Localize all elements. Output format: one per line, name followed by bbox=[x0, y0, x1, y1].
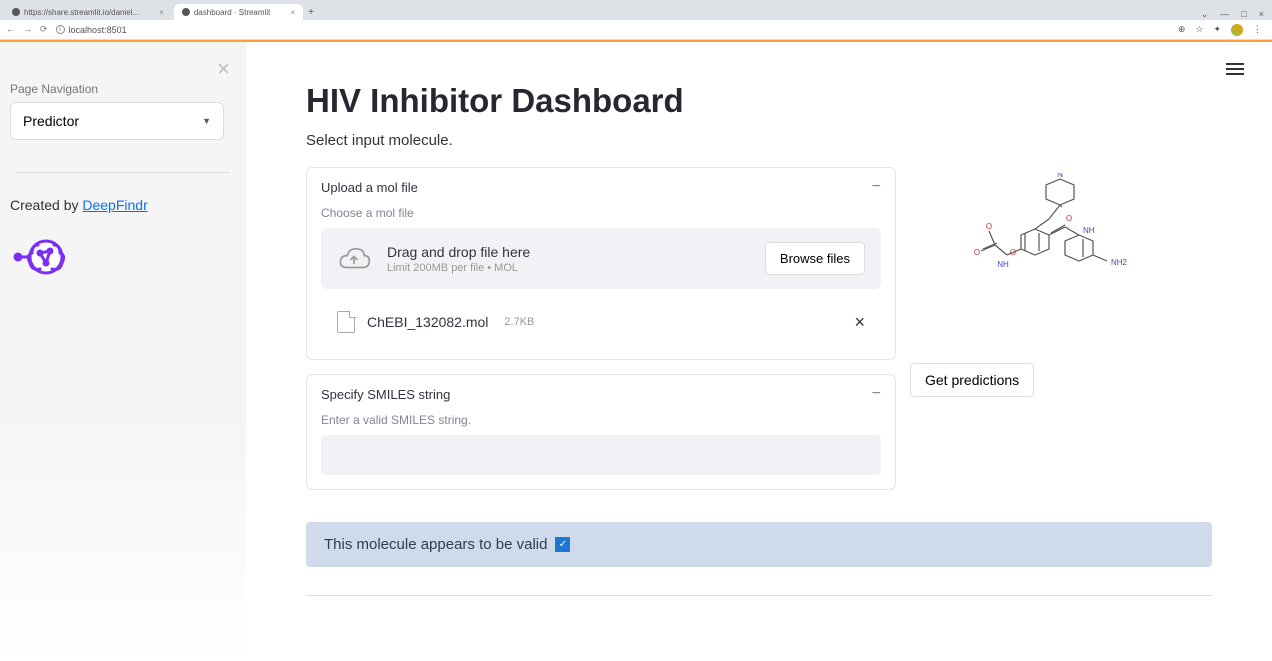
window-controls: ⌄ — □ × bbox=[1201, 9, 1264, 20]
star-icon[interactable]: ☆ bbox=[1195, 24, 1203, 36]
back-icon[interactable]: ← bbox=[6, 24, 15, 35]
minus-icon: − bbox=[872, 178, 881, 196]
smiles-panel: Specify SMILES string − Enter a valid SM… bbox=[306, 374, 896, 490]
main-content: HIV Inhibitor Dashboard Select input mol… bbox=[246, 42, 1272, 661]
choose-file-label: Choose a mol file bbox=[321, 206, 881, 220]
file-dropzone[interactable]: Drag and drop file here Limit 200MB per … bbox=[321, 228, 881, 289]
tab-favicon-icon bbox=[12, 8, 20, 16]
dropzone-text: Drag and drop file here bbox=[387, 244, 530, 260]
new-tab-button[interactable]: + bbox=[305, 6, 317, 18]
smiles-input[interactable] bbox=[321, 435, 881, 475]
divider bbox=[306, 595, 1212, 596]
page-title: HIV Inhibitor Dashboard bbox=[306, 82, 1212, 120]
svg-text:O: O bbox=[1066, 214, 1072, 223]
file-icon bbox=[337, 311, 355, 333]
browser-tab-dashboard-active[interactable]: dashboard · Streamlit × bbox=[174, 4, 303, 20]
deepfindr-link[interactable]: DeepFindr bbox=[82, 197, 147, 213]
validity-banner: This molecule appears to be valid ✓ bbox=[306, 522, 1212, 567]
tab-favicon-icon bbox=[182, 8, 190, 16]
arrow-down-icon[interactable]: ⌄ bbox=[1201, 9, 1209, 20]
zoom-icon[interactable]: ⊕ bbox=[1178, 24, 1186, 36]
upload-panel-title: Upload a mol file bbox=[321, 180, 418, 195]
page-navigation-select[interactable]: Predictor ▼ bbox=[10, 102, 224, 140]
svg-text:NH: NH bbox=[997, 260, 1009, 269]
sidebar: × Page Navigation Predictor ▼ Created by… bbox=[0, 42, 246, 661]
svg-text:O: O bbox=[974, 248, 980, 257]
smiles-panel-header[interactable]: Specify SMILES string − bbox=[307, 375, 895, 413]
smiles-panel-title: Specify SMILES string bbox=[321, 387, 450, 402]
site-info-icon[interactable]: i bbox=[56, 25, 65, 34]
reload-icon[interactable]: ⟳ bbox=[40, 24, 48, 35]
chevron-down-icon: ▼ bbox=[202, 116, 211, 126]
browser-tab-streamlit-share[interactable]: https://share.streamlit.io/daniel... × bbox=[4, 4, 172, 20]
svg-text:O: O bbox=[1010, 248, 1016, 257]
uploaded-file-row: ChEBI_132082.mol 2.7KB × bbox=[321, 299, 881, 345]
close-icon[interactable]: × bbox=[290, 8, 295, 17]
maximize-icon[interactable]: □ bbox=[1241, 9, 1246, 20]
smiles-label: Enter a valid SMILES string. bbox=[321, 413, 881, 427]
url-text: localhost:8501 bbox=[69, 25, 127, 35]
forward-icon[interactable]: → bbox=[23, 24, 32, 35]
dropzone-subtext: Limit 200MB per file • MOL bbox=[387, 262, 530, 274]
cloud-upload-icon bbox=[337, 245, 371, 273]
page-subtitle: Select input molecule. bbox=[306, 132, 1212, 149]
left-column: Upload a mol file − Choose a mol file Dr… bbox=[306, 167, 896, 504]
address-bar: ← → ⟳ i localhost:8501 ⊕ ☆ ✦ ⋮ bbox=[0, 20, 1272, 40]
check-icon: ✓ bbox=[555, 537, 570, 552]
url-field[interactable]: i localhost:8501 bbox=[56, 25, 1170, 35]
svg-text:O: O bbox=[986, 222, 992, 231]
profile-icon[interactable] bbox=[1231, 24, 1243, 36]
tab-bar: https://share.streamlit.io/daniel... × d… bbox=[0, 4, 1272, 20]
right-column: N O O O O NH NH NH2 Get predictions bbox=[910, 167, 1200, 397]
sidebar-nav-label: Page Navigation bbox=[10, 82, 236, 96]
minimize-icon[interactable]: — bbox=[1220, 9, 1229, 20]
kebab-menu-icon[interactable]: ⋮ bbox=[1253, 24, 1262, 36]
hamburger-menu-icon[interactable] bbox=[1226, 60, 1244, 78]
divider bbox=[16, 172, 230, 173]
banner-text: This molecule appears to be valid bbox=[324, 536, 547, 553]
uploaded-file-size: 2.7KB bbox=[504, 316, 534, 328]
svg-text:NH2: NH2 bbox=[1111, 258, 1128, 267]
uploaded-file-name: ChEBI_132082.mol bbox=[367, 314, 488, 330]
close-icon[interactable]: × bbox=[159, 8, 164, 17]
upload-panel-header[interactable]: Upload a mol file − bbox=[307, 168, 895, 206]
close-sidebar-icon[interactable]: × bbox=[217, 56, 230, 82]
molecule-structure-icon: N O O O O NH NH NH2 bbox=[965, 173, 1145, 303]
extensions-icon[interactable]: ✦ bbox=[1213, 24, 1221, 36]
svg-text:NH: NH bbox=[1083, 226, 1095, 235]
minus-icon: − bbox=[872, 385, 881, 403]
remove-file-icon[interactable]: × bbox=[854, 312, 865, 333]
page-navigation-value: Predictor bbox=[23, 113, 79, 129]
created-by: Created by DeepFindr bbox=[10, 197, 236, 213]
tab-title: https://share.streamlit.io/daniel... bbox=[24, 8, 139, 17]
brain-chip-icon bbox=[10, 231, 70, 283]
svg-text:N: N bbox=[1057, 173, 1063, 179]
upload-panel: Upload a mol file − Choose a mol file Dr… bbox=[306, 167, 896, 360]
tab-title: dashboard · Streamlit bbox=[194, 8, 270, 17]
created-by-prefix: Created by bbox=[10, 197, 82, 213]
browse-files-button[interactable]: Browse files bbox=[765, 242, 865, 275]
close-icon[interactable]: × bbox=[1259, 9, 1264, 20]
get-predictions-button[interactable]: Get predictions bbox=[910, 363, 1034, 397]
logo bbox=[10, 231, 236, 288]
